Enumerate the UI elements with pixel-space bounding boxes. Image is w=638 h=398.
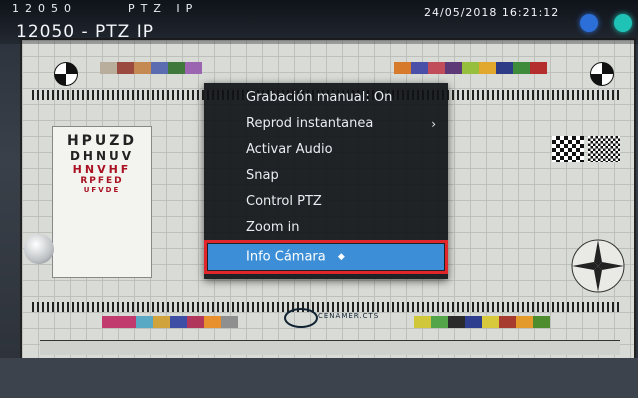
- menu-item-label: Activar Audio: [246, 142, 333, 157]
- chart-bottom-scale: [40, 340, 620, 355]
- osd-mode-label: PTZ IP: [128, 2, 199, 15]
- menu-item-instant-playback[interactable]: Reprod instantanea ›: [204, 111, 448, 137]
- osd-timestamp: 24/05/2018 16:21:12: [424, 6, 560, 19]
- eye-chart-line: HNVHF: [72, 163, 132, 176]
- menu-item-enable-audio[interactable]: Activar Audio: [204, 137, 448, 163]
- eye-chart-line: DHNUV: [69, 149, 135, 163]
- color-swatches-top-left: [100, 62, 202, 74]
- osd-camera-name: 12050 - PTZ IP: [16, 22, 154, 42]
- mouse-cursor-icon: ◆: [337, 252, 345, 262]
- menu-item-manual-recording[interactable]: Grabación manual: On: [204, 85, 448, 111]
- menu-item-label: Snap: [246, 168, 279, 183]
- color-swatches-bottom-left: [102, 316, 238, 328]
- menu-item-label: Reprod instantanea: [246, 116, 374, 131]
- osd-camera-id: 12050: [12, 2, 77, 15]
- menu-item-label: Info Cámara: [246, 249, 326, 265]
- menu-item-snap[interactable]: Snap: [204, 163, 448, 189]
- menu-item-zoom-in[interactable]: Zoom in: [204, 215, 448, 241]
- eye-chart-line: RPFED: [80, 176, 124, 186]
- checker-pattern: [552, 136, 584, 162]
- menu-item-ptz-control[interactable]: Control PTZ: [204, 189, 448, 215]
- camera-bottom-area: [0, 358, 638, 398]
- status-dot-blue-icon[interactable]: [580, 14, 598, 32]
- chart-logo-icon: [284, 308, 318, 328]
- menu-item-label: Grabación manual: On: [246, 90, 393, 105]
- status-dot-teal-icon[interactable]: [614, 14, 632, 32]
- registration-mark: [54, 62, 78, 86]
- chart-logo-text: CENAMER.CTS: [318, 312, 380, 320]
- eye-chart-line: UFVDE: [83, 186, 121, 194]
- eye-chart-line: HPUZD: [66, 133, 138, 149]
- context-menu: Grabación manual: On Reprod instantanea …: [204, 83, 448, 279]
- color-swatches-bottom-right: [414, 316, 550, 328]
- siemens-star-icon: [571, 239, 625, 293]
- menu-item-camera-info[interactable]: Info Cámara ◆: [204, 240, 448, 274]
- light-bulb-object: [24, 234, 54, 264]
- submenu-arrow-icon: ›: [431, 117, 436, 131]
- camera-view[interactable]: HPUZD DHNUV HNVHF RPFED UFVDE CENAMER.CT…: [0, 0, 638, 398]
- menu-item-label: Control PTZ: [246, 194, 322, 209]
- eye-chart: HPUZD DHNUV HNVHF RPFED UFVDE: [52, 126, 152, 278]
- resolution-scale-bottom: [32, 302, 622, 312]
- osd-top-bar: 12050 PTZ IP 12050 - PTZ IP 24/05/2018 1…: [0, 0, 638, 44]
- checker-pattern: [588, 136, 620, 162]
- color-swatches-top-right: [394, 62, 547, 74]
- registration-mark: [590, 62, 614, 86]
- menu-item-label: Zoom in: [246, 220, 300, 235]
